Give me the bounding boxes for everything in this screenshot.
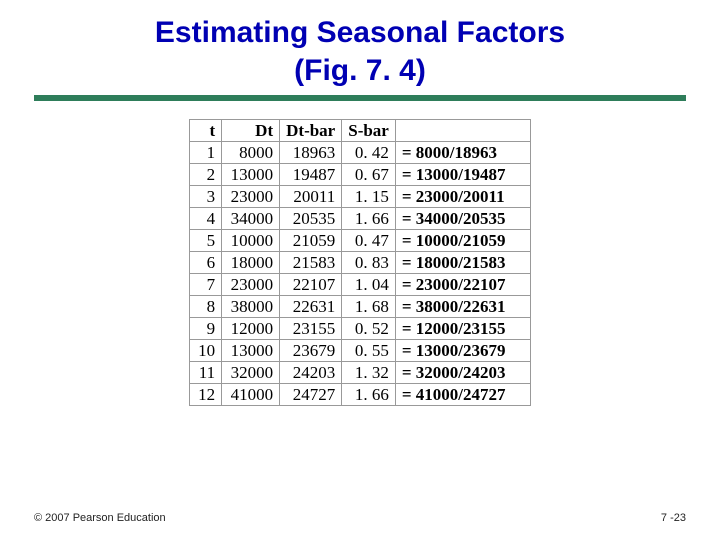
table-row: 510000210590. 47= 10000/21059 <box>190 230 531 252</box>
copyright-footer: © 2007 Pearson Education <box>34 512 166 524</box>
cell-eq: = 41000/24727 <box>395 384 530 406</box>
col-header-sbar: S-bar <box>342 120 396 142</box>
table-row: 1132000242031. 32= 32000/24203 <box>190 362 531 384</box>
table-row: 213000194870. 67= 13000/19487 <box>190 164 531 186</box>
cell-dtbar: 24727 <box>280 384 342 406</box>
cell-dt: 10000 <box>222 230 280 252</box>
cell-dtbar: 23155 <box>280 318 342 340</box>
cell-dt: 12000 <box>222 318 280 340</box>
cell-eq: = 34000/20535 <box>395 208 530 230</box>
table-row: 618000215830. 83= 18000/21583 <box>190 252 531 274</box>
table-row: 1241000247271. 66= 41000/24727 <box>190 384 531 406</box>
cell-t: 7 <box>190 274 222 296</box>
col-header-t: t <box>190 120 222 142</box>
title-line-1: Estimating Seasonal Factors <box>155 16 565 49</box>
cell-dt: 38000 <box>222 296 280 318</box>
data-table-wrap: t Dt Dt-bar S-bar 18000189630. 42= 8000/… <box>189 119 531 406</box>
cell-dtbar: 22631 <box>280 296 342 318</box>
cell-eq: = 10000/21059 <box>395 230 530 252</box>
cell-dtbar: 21059 <box>280 230 342 252</box>
cell-dtbar: 20535 <box>280 208 342 230</box>
cell-dt: 34000 <box>222 208 280 230</box>
cell-eq: = 23000/22107 <box>395 274 530 296</box>
cell-sbar: 1. 04 <box>342 274 396 296</box>
cell-sbar: 1. 32 <box>342 362 396 384</box>
slide-title: Estimating Seasonal Factors (Fig. 7. 4) <box>0 0 720 89</box>
table-row: 838000226311. 68= 38000/22631 <box>190 296 531 318</box>
cell-sbar: 0. 55 <box>342 340 396 362</box>
cell-sbar: 0. 47 <box>342 230 396 252</box>
table-row: 18000189630. 42= 8000/18963 <box>190 142 531 164</box>
table-header-row: t Dt Dt-bar S-bar <box>190 120 531 142</box>
cell-t: 1 <box>190 142 222 164</box>
cell-dtbar: 19487 <box>280 164 342 186</box>
cell-sbar: 1. 15 <box>342 186 396 208</box>
cell-eq: = 18000/21583 <box>395 252 530 274</box>
cell-sbar: 1. 66 <box>342 208 396 230</box>
cell-sbar: 0. 83 <box>342 252 396 274</box>
cell-dt: 23000 <box>222 186 280 208</box>
cell-dt: 8000 <box>222 142 280 164</box>
cell-eq: = 38000/22631 <box>395 296 530 318</box>
cell-dt: 32000 <box>222 362 280 384</box>
cell-t: 6 <box>190 252 222 274</box>
cell-dtbar: 21583 <box>280 252 342 274</box>
cell-dtbar: 23679 <box>280 340 342 362</box>
table-row: 912000231550. 52= 12000/23155 <box>190 318 531 340</box>
col-header-dt: Dt <box>222 120 280 142</box>
cell-dtbar: 24203 <box>280 362 342 384</box>
cell-dtbar: 22107 <box>280 274 342 296</box>
cell-eq: = 13000/23679 <box>395 340 530 362</box>
cell-dtbar: 18963 <box>280 142 342 164</box>
cell-dt: 23000 <box>222 274 280 296</box>
page-number: 7 -23 <box>661 512 686 524</box>
cell-t: 12 <box>190 384 222 406</box>
table-row: 1013000236790. 55= 13000/23679 <box>190 340 531 362</box>
cell-eq: = 23000/20011 <box>395 186 530 208</box>
title-line-2: (Fig. 7. 4) <box>294 54 426 87</box>
cell-sbar: 0. 67 <box>342 164 396 186</box>
cell-eq: = 12000/23155 <box>395 318 530 340</box>
table-row: 723000221071. 04= 23000/22107 <box>190 274 531 296</box>
cell-t: 8 <box>190 296 222 318</box>
title-rule <box>34 95 686 101</box>
cell-t: 9 <box>190 318 222 340</box>
cell-dtbar: 20011 <box>280 186 342 208</box>
cell-t: 5 <box>190 230 222 252</box>
cell-t: 11 <box>190 362 222 384</box>
cell-sbar: 1. 66 <box>342 384 396 406</box>
cell-sbar: 0. 52 <box>342 318 396 340</box>
cell-dt: 18000 <box>222 252 280 274</box>
cell-eq: = 13000/19487 <box>395 164 530 186</box>
col-header-dtbar: Dt-bar <box>280 120 342 142</box>
cell-eq: = 32000/24203 <box>395 362 530 384</box>
col-header-eq <box>395 120 530 142</box>
cell-sbar: 0. 42 <box>342 142 396 164</box>
cell-t: 10 <box>190 340 222 362</box>
cell-dt: 13000 <box>222 164 280 186</box>
cell-t: 3 <box>190 186 222 208</box>
cell-dt: 41000 <box>222 384 280 406</box>
cell-sbar: 1. 68 <box>342 296 396 318</box>
cell-t: 2 <box>190 164 222 186</box>
cell-eq: = 8000/18963 <box>395 142 530 164</box>
table-row: 434000205351. 66= 34000/20535 <box>190 208 531 230</box>
seasonal-factors-table: t Dt Dt-bar S-bar 18000189630. 42= 8000/… <box>189 119 531 406</box>
cell-dt: 13000 <box>222 340 280 362</box>
cell-t: 4 <box>190 208 222 230</box>
table-row: 323000200111. 15= 23000/20011 <box>190 186 531 208</box>
